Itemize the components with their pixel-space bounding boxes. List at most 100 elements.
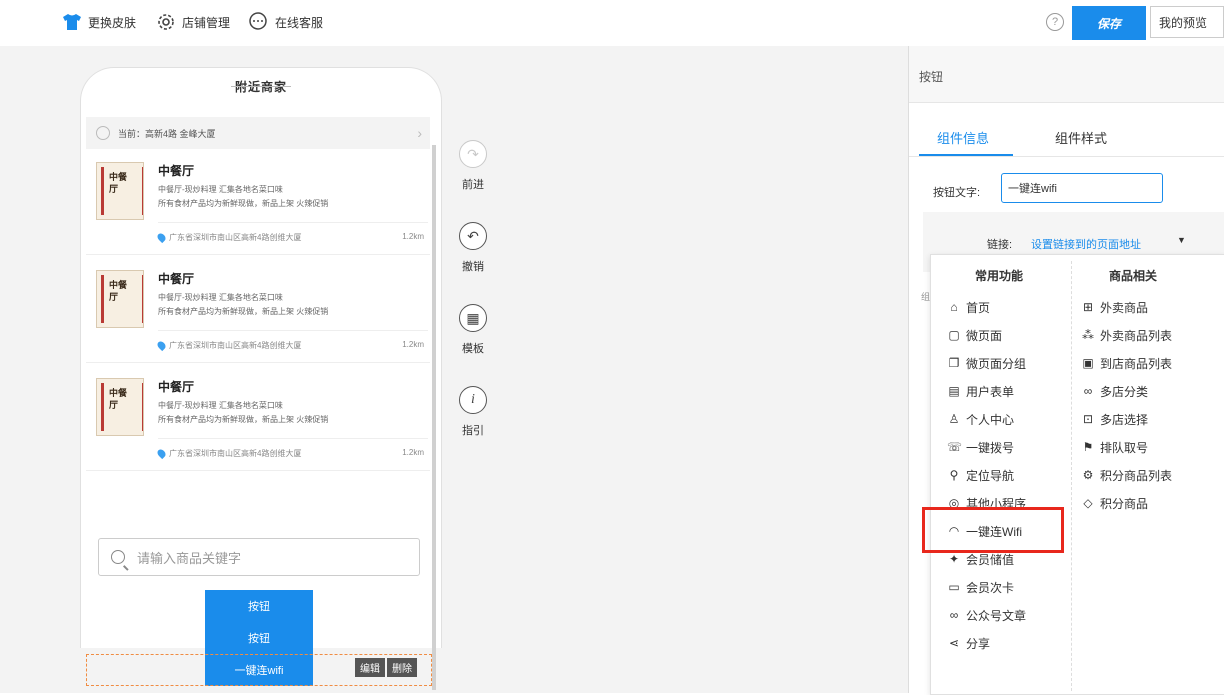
store-manage-button[interactable]: 店铺管理 — [156, 10, 230, 34]
online-service-button[interactable]: 在线客服 — [247, 10, 323, 34]
menu-item[interactable]: ⚙ 积分商品列表 — [1081, 465, 1172, 485]
search-placeholder: 请输入商品关键字 — [137, 550, 242, 566]
menu-item[interactable]: ∞ 公众号文章 — [947, 605, 1026, 625]
user-icon: ♙ — [948, 412, 960, 426]
pages-icon: ❐ — [948, 356, 960, 370]
menu-item[interactable]: ⁂ 外卖商品列表 — [1081, 325, 1172, 345]
panel-title: 按钮 — [919, 70, 944, 84]
menu-item-label: 微页面分组 — [966, 356, 1027, 371]
menu-item[interactable]: ▣ 到店商品列表 — [1081, 353, 1172, 373]
menu-item-label: 排队取号 — [1100, 440, 1149, 455]
change-skin-label: 更换皮肤 — [88, 15, 137, 30]
undo-tool[interactable]: ↶ 撤销 — [455, 222, 491, 274]
location-bar[interactable]: 当前：高新4路 金峰大厦 › — [86, 117, 430, 149]
share-icon: ⋖ — [948, 636, 960, 650]
tab-component-style[interactable]: 组件样式 — [1055, 128, 1107, 147]
menu-item-label: 公众号文章 — [966, 608, 1027, 623]
menu-item[interactable]: ❐ 微页面分组 — [947, 353, 1026, 373]
restaurant-logo-glyph: 中餐厅 — [109, 280, 128, 302]
component-actions: 编辑 删除 — [355, 658, 417, 677]
button-text-input[interactable] — [1001, 173, 1163, 203]
common-functions-header: 常用功能 — [975, 269, 1024, 283]
divider — [158, 330, 428, 331]
card-icon: ▭ — [948, 580, 960, 594]
store-address: 广东省深圳市南山区高新4路创维大厦 — [155, 447, 302, 460]
phone-button[interactable]: 按钮 — [205, 622, 313, 654]
current-location-text: 当前：高新4路 金峰大厦 — [118, 128, 216, 139]
list-icon: ⁂ — [1082, 328, 1094, 342]
menu-item-label: 微页面 — [966, 328, 1003, 343]
home-icon: ⌂ — [950, 300, 958, 314]
my-preview-button[interactable]: 我的预览 — [1150, 6, 1224, 38]
menu-item-label: 外卖商品 — [1100, 300, 1149, 315]
menu-item-label: 首页 — [966, 300, 991, 315]
save-button[interactable]: 保存 — [1072, 6, 1146, 40]
store-card[interactable]: 中餐厅 中餐厅 中餐厅-现炒料理 汇集各地名菜口味 所有食材产品均为新鲜现做，新… — [86, 258, 430, 363]
menu-item[interactable]: ⚑ 排队取号 — [1081, 437, 1148, 457]
tab-divider — [909, 156, 1224, 157]
change-skin-button[interactable]: 更换皮肤 — [62, 10, 136, 34]
link-label: 链接: — [987, 239, 1013, 251]
help-icon[interactable]: ? — [1046, 13, 1064, 31]
menu-item[interactable]: ♙ 个人中心 — [947, 409, 1014, 429]
restaurant-logo: 中餐厅 — [96, 270, 144, 328]
menu-item[interactable]: ∞ 多店分类 — [1081, 381, 1148, 401]
menu-item[interactable]: ▤ 用户表单 — [947, 381, 1014, 401]
page-icon: ▢ — [948, 328, 960, 342]
redo-icon: ↷ — [459, 140, 487, 168]
menu-item-label: 会员储值 — [966, 552, 1015, 567]
menu-item[interactable]: ◇ 积分商品 — [1081, 493, 1148, 513]
product-search-input[interactable]: 请输入商品关键字 — [98, 538, 420, 576]
menu-item[interactable]: ▢ 微页面 — [947, 325, 1002, 345]
menu-item[interactable]: ⋖ 分享 — [947, 633, 990, 653]
queue-icon: ⚑ — [1082, 440, 1094, 454]
menu-item[interactable]: ☏ 一键拨号 — [947, 437, 1014, 457]
store-card[interactable]: 中餐厅 中餐厅 中餐厅-现炒料理 汇集各地名菜口味 所有食材产品均为新鲜现做，新… — [86, 366, 430, 471]
link-target-select[interactable]: 设置链接到的页面地址 — [1031, 236, 1141, 252]
store-card[interactable]: 中餐厅 中餐厅 中餐厅-现炒料理 汇集各地名菜口味 所有食材产品均为新鲜现做，新… — [86, 150, 430, 255]
divider — [158, 222, 428, 223]
button-text-label: 按钮文字: — [933, 187, 981, 199]
location-icon: ⚲ — [949, 468, 959, 482]
select-icon: ⊡ — [1082, 412, 1094, 426]
chat-bubble-icon — [249, 12, 267, 30]
edit-button[interactable]: 编辑 — [355, 658, 385, 677]
menu-item[interactable]: ⊞ 外卖商品 — [1081, 297, 1148, 317]
guide-tool[interactable]: i 指引 — [455, 386, 491, 438]
diamond-icon: ◇ — [1083, 496, 1093, 510]
template-tool[interactable]: ▦ 模板 — [455, 304, 491, 356]
location-pin-icon — [96, 126, 110, 140]
phone-scrollbar[interactable] — [432, 145, 436, 690]
restaurant-logo: 中餐厅 — [96, 162, 144, 220]
forward-label: 前进 — [462, 179, 484, 191]
store-address-text: 广东省深圳市南山区高新4路创维大厦 — [169, 449, 302, 458]
store-address-text: 广东省深圳市南山区高新4路创维大厦 — [169, 341, 302, 350]
forward-tool[interactable]: ↷ 前进 — [455, 140, 491, 192]
store-address: 广东省深圳市南山区高新4路创维大厦 — [155, 339, 302, 352]
delete-button[interactable]: 删除 — [387, 658, 417, 677]
store-description: 所有食材产品均为新鲜现做，新品上架 火辣促销 — [158, 415, 329, 424]
map-pin-icon — [155, 447, 168, 460]
gift-icon: ⊞ — [1082, 300, 1094, 314]
menu-item[interactable]: ⊡ 多店选择 — [1081, 409, 1148, 429]
menu-item[interactable]: ▭ 会员次卡 — [947, 577, 1014, 597]
vip-icon: ✦ — [948, 552, 960, 566]
points-list-icon: ⚙ — [1082, 468, 1094, 482]
menu-item-label: 积分商品 — [1100, 496, 1149, 511]
tab-component-info[interactable]: 组件信息 — [937, 128, 989, 147]
menu-item[interactable]: ⌂ 首页 — [947, 297, 990, 317]
guide-label: 指引 — [462, 425, 484, 437]
tshirt-icon — [63, 14, 81, 30]
phone-icon: ☏ — [947, 440, 963, 454]
undo-label: 撤销 — [462, 261, 484, 273]
menu-item-label: 个人中心 — [966, 412, 1015, 427]
menu-item-label: 多店选择 — [1100, 412, 1149, 427]
store-address: 广东省深圳市南山区高新4路创维大厦 — [155, 231, 301, 244]
restaurant-logo-glyph: 中餐厅 — [109, 388, 128, 410]
online-service-label: 在线客服 — [275, 15, 324, 30]
menu-item-label: 用户表单 — [966, 384, 1015, 399]
phone-button[interactable]: 按钮 — [205, 590, 313, 622]
caret-down-icon[interactable]: ▼ — [1177, 235, 1186, 245]
article-icon: ∞ — [949, 608, 959, 622]
menu-item[interactable]: ⚲ 定位导航 — [947, 465, 1014, 485]
